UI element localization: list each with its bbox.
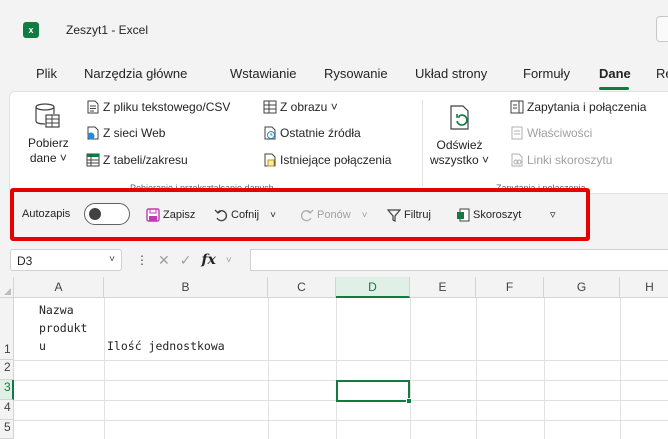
queries-connections-label: Zapytania i połączenia xyxy=(527,100,647,114)
existing-connections-icon xyxy=(263,153,277,167)
recent-sources-label: Ostatnie źródła xyxy=(280,126,361,140)
excel-icon: x xyxy=(23,22,39,38)
gridline xyxy=(104,298,105,439)
row-header-2[interactable]: 2 xyxy=(0,360,14,380)
properties-label: Właściwości xyxy=(527,126,593,140)
table-icon xyxy=(86,153,100,167)
queries-connections-button[interactable]: Zapytania i połączenia xyxy=(510,100,646,114)
gridline xyxy=(14,420,668,421)
insert-function-icon[interactable]: fx xyxy=(201,252,215,268)
group-separator xyxy=(422,100,423,186)
from-table-button[interactable]: Z tabeli/zakresu xyxy=(86,153,188,167)
search-box[interactable] xyxy=(656,16,668,42)
name-box[interactable]: D3 ˅ xyxy=(10,249,122,271)
chevron-down-icon[interactable]: ˅ xyxy=(109,254,115,265)
ribbon-panel: Pobierz dane ˅ Z pliku tekstowego/CSV Z … xyxy=(9,91,668,194)
active-tab-indicator xyxy=(599,87,629,90)
enter-icon[interactable]: ✓ xyxy=(180,252,192,269)
gridline xyxy=(410,298,411,439)
get-data-button[interactable]: Pobierz dane ˅ xyxy=(28,102,69,165)
recent-clock-icon xyxy=(263,126,277,140)
refresh-all-label-1: Odśwież xyxy=(436,138,483,152)
formula-bar: D3 ˅ ⋮ ✕ ✓ fx ˅ xyxy=(0,246,668,276)
text-file-icon xyxy=(86,100,100,114)
refresh-all-button[interactable]: Odśwież wszystko ˅ xyxy=(430,104,489,167)
from-web-button[interactable]: Z sieci Web xyxy=(86,126,165,140)
row-header-1[interactable]: 1 xyxy=(0,298,14,360)
workbook-links-button[interactable]: Linki skoroszytu xyxy=(510,153,612,167)
database-table-icon xyxy=(34,102,62,133)
from-text-csv-label: Z pliku tekstowego/CSV xyxy=(103,100,231,114)
from-table-label: Z tabeli/zakresu xyxy=(103,153,188,167)
ribbon-tabs: Plik Narzędzia główne Wstawianie Rysowan… xyxy=(0,56,668,90)
gridline xyxy=(544,298,545,439)
column-header-h[interactable]: H xyxy=(620,277,668,298)
globe-icon xyxy=(86,126,100,140)
column-header-b[interactable]: B xyxy=(104,277,268,298)
column-header-e[interactable]: E xyxy=(410,277,476,298)
tab-wstawianie[interactable]: Wstawianie xyxy=(230,66,296,81)
title-bar: x Zeszyt1 - Excel xyxy=(0,0,668,56)
link-icon xyxy=(510,153,524,167)
properties-button[interactable]: Właściwości xyxy=(510,126,592,140)
select-all-button[interactable] xyxy=(0,277,14,298)
gridline xyxy=(268,298,269,439)
cell-b1[interactable]: Ilość jednostkowa xyxy=(107,337,225,355)
existing-connections-label: Istniejące połączenia xyxy=(280,153,392,167)
column-header-a[interactable]: A xyxy=(14,277,104,298)
picture-table-icon xyxy=(263,100,277,114)
from-picture-label: Z obrazu ˅ xyxy=(280,100,338,114)
existing-connections-button[interactable]: Istniejące połączenia xyxy=(263,153,391,167)
row-header-5[interactable]: 5 xyxy=(0,420,14,439)
tab-narzedzia-glowne[interactable]: Narzędzia główne xyxy=(84,66,187,81)
gridline xyxy=(14,360,668,361)
cell-a1[interactable]: Nazwa produkt u xyxy=(39,301,87,355)
tab-plik[interactable]: Plik xyxy=(36,66,57,81)
column-header-c[interactable]: C xyxy=(268,277,336,298)
get-data-label-2: dane ˅ xyxy=(29,151,67,165)
gridline xyxy=(620,298,621,439)
window-title: Zeszyt1 - Excel xyxy=(66,23,149,37)
from-text-csv-button[interactable]: Z pliku tekstowego/CSV xyxy=(86,100,230,114)
column-header-f[interactable]: F xyxy=(476,277,544,298)
more-options-icon[interactable]: ⋮ xyxy=(136,253,148,267)
tab-rysowanie[interactable]: Rysowanie xyxy=(324,66,388,81)
tab-recenzja[interactable]: Re xyxy=(656,66,668,81)
queries-pane-icon xyxy=(510,100,524,114)
properties-icon xyxy=(510,126,524,140)
recent-sources-button[interactable]: Ostatnie źródła xyxy=(263,126,361,140)
refresh-all-label-2: wszystko ˅ xyxy=(430,153,490,167)
from-picture-button[interactable]: Z obrazu ˅ xyxy=(263,100,338,114)
row-header-3[interactable]: 3 xyxy=(0,380,14,400)
gridline xyxy=(476,298,477,439)
formula-controls: ⋮ ✕ ✓ fx ˅ xyxy=(136,249,248,271)
tab-dane[interactable]: Dane xyxy=(599,66,631,81)
cancel-icon[interactable]: ✕ xyxy=(158,252,170,269)
refresh-icon xyxy=(447,104,473,135)
name-box-value: D3 xyxy=(17,254,33,268)
column-header-d[interactable]: D xyxy=(336,277,410,298)
gridline xyxy=(336,298,337,439)
red-highlight-box xyxy=(10,188,590,241)
get-data-label-1: Pobierz xyxy=(28,136,69,150)
formula-input[interactable] xyxy=(250,249,668,271)
from-web-label: Z sieci Web xyxy=(103,126,166,140)
tab-uklad-strony[interactable]: Układ strony xyxy=(415,66,487,81)
spreadsheet-grid: A B C D E F G H 1 2 3 4 5 Nazwa produkt … xyxy=(0,277,668,439)
expand-icon[interactable]: ˅ xyxy=(226,255,232,266)
workbook-links-label: Linki skoroszytu xyxy=(527,153,613,167)
tab-formuly[interactable]: Formuły xyxy=(523,66,570,81)
row-header-4[interactable]: 4 xyxy=(0,400,14,420)
fill-handle[interactable] xyxy=(406,398,412,404)
column-header-g[interactable]: G xyxy=(544,277,620,298)
active-cell-d3[interactable] xyxy=(336,380,412,404)
